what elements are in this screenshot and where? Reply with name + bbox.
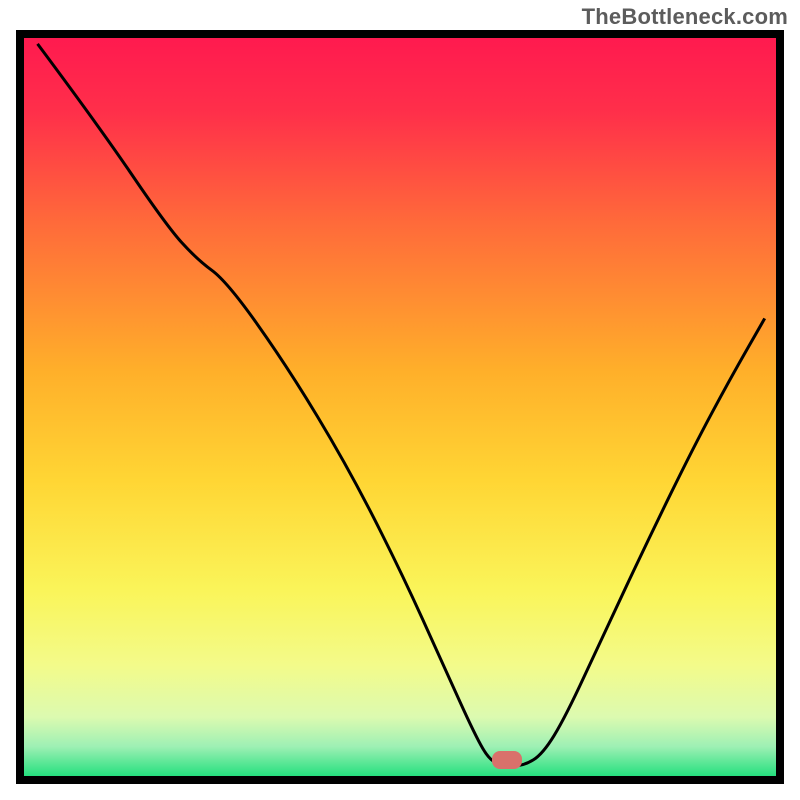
plot-border-top [16,30,784,38]
chart-frame: TheBottleneck.com [0,0,800,800]
plot-border-bottom [16,776,784,784]
plot-border-left [16,30,24,784]
plot-border-right [776,30,784,784]
bottleneck-curve [0,0,800,800]
watermark-text: TheBottleneck.com [582,4,788,30]
optimal-point-marker [492,751,522,769]
